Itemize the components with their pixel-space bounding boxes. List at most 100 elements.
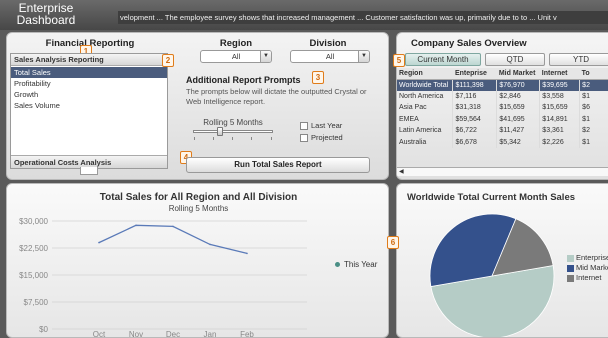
list-item-total-sales[interactable]: Total Sales xyxy=(11,67,167,78)
table-cell: $6 xyxy=(579,102,608,114)
table-cell: $3,558 xyxy=(539,90,581,102)
table-cell: Worldwide Total xyxy=(397,79,454,91)
tab-ytd[interactable]: YTD xyxy=(549,53,608,66)
table-cell: $6,678 xyxy=(452,136,498,148)
pie-chart-panel: Worldwide Total Current Month Sales Ente… xyxy=(396,183,608,338)
table-cell: $14,891 xyxy=(539,113,581,125)
tab-current-month[interactable]: Current Month xyxy=(405,53,481,66)
table-cell: $6,722 xyxy=(452,125,498,137)
table-cell: $15,659 xyxy=(539,102,581,114)
series-line-this-year xyxy=(98,224,248,255)
y-tick-label: $22,500 xyxy=(19,244,48,253)
list-item-sales-volume[interactable]: Sales Volume xyxy=(11,100,167,111)
table-cell: $11,427 xyxy=(496,125,541,137)
legend-label: This Year xyxy=(344,260,378,269)
table-header-row: Region Enteprise Mid Market Internet To xyxy=(397,68,608,80)
region-dropdown[interactable]: All ▼ xyxy=(200,50,272,63)
table-cell: EMEA xyxy=(397,113,454,125)
table-cell: $2 xyxy=(579,79,608,91)
table-cell: $5,342 xyxy=(496,136,541,148)
list-group-title[interactable]: Sales Analysis Reporting xyxy=(11,54,167,66)
table-cell: $2,846 xyxy=(496,90,541,102)
table-cell: $2 xyxy=(579,125,608,137)
table-cell: $7,116 xyxy=(452,90,498,102)
last-year-checkbox[interactable] xyxy=(300,122,308,130)
region-header: Region xyxy=(219,38,253,49)
sales-overview-panel: Company Sales Overview Current Month QTD… xyxy=(396,32,608,180)
column-header[interactable]: Mid Market xyxy=(496,68,540,80)
table-cell: North America xyxy=(397,90,454,102)
report-list[interactable]: Sales Analysis Reporting Total Sales Pro… xyxy=(10,53,168,169)
callout-badge-3: 3 xyxy=(312,71,324,84)
slider-tick xyxy=(232,137,233,140)
x-tick-label: Jan xyxy=(204,330,217,338)
table-cell: $76,970 xyxy=(496,79,541,91)
table-cell: Latin America xyxy=(397,125,454,137)
table-cell: $59,564 xyxy=(452,113,498,125)
chevron-down-icon[interactable]: ▼ xyxy=(358,51,369,62)
column-header[interactable]: Region xyxy=(397,68,453,80)
list-resize-tab[interactable] xyxy=(80,167,98,175)
projected-checkbox[interactable] xyxy=(300,134,308,142)
list-item-profitability[interactable]: Profitability xyxy=(11,78,167,89)
table-cell: $1 xyxy=(579,136,608,148)
data-point[interactable] xyxy=(172,225,174,228)
legend-swatch-mid-market xyxy=(567,265,574,272)
chevron-down-icon[interactable]: ▼ xyxy=(260,51,271,62)
data-point[interactable] xyxy=(209,243,211,246)
x-tick-label: Dec xyxy=(166,330,180,338)
horizontal-scrollbar[interactable]: ◀ xyxy=(397,167,608,176)
data-point[interactable] xyxy=(98,241,100,244)
data-point[interactable] xyxy=(246,252,248,255)
slider-label: Rolling 5 Months xyxy=(203,118,263,127)
legend-label-mid-market: Mid Market xyxy=(576,263,608,272)
column-header[interactable]: Internet xyxy=(539,68,580,80)
y-tick-label: $7,500 xyxy=(24,298,49,307)
table-row[interactable]: EMEA $59,564 $41,695 $14,891 $1 xyxy=(397,113,608,125)
slider-tick xyxy=(194,137,195,140)
months-slider-thumb[interactable] xyxy=(217,127,223,136)
slider-tick xyxy=(271,137,272,140)
legend-swatch-enterprise xyxy=(567,255,574,262)
y-tick-label: $15,000 xyxy=(19,271,48,280)
region-dropdown-value: All xyxy=(231,52,241,61)
table-row[interactable]: Worldwide Total $111,398 $76,970 $39,695… xyxy=(397,79,608,91)
column-header[interactable]: Enteprise xyxy=(452,68,497,80)
table-row[interactable]: Latin America $6,722 $11,427 $3,361 $2 xyxy=(397,125,608,137)
division-header: Division xyxy=(309,38,347,49)
table-cell: $3,361 xyxy=(539,125,581,137)
x-tick-label: Feb xyxy=(240,330,254,338)
callout-badge-2: 2 xyxy=(162,54,174,67)
division-dropdown-value: All xyxy=(325,52,335,61)
legend-marker xyxy=(335,262,340,267)
news-ticker: velopment ... The employee survey shows … xyxy=(118,11,608,24)
table-row[interactable]: Asia Pac $31,318 $15,659 $15,659 $6 xyxy=(397,102,608,114)
data-point[interactable] xyxy=(135,224,137,227)
column-header[interactable]: To xyxy=(579,68,608,80)
x-tick-label: Nov xyxy=(129,330,143,338)
y-tick-label: $30,000 xyxy=(19,217,48,226)
table-row[interactable]: North America $7,116 $2,846 $3,558 $1 xyxy=(397,90,608,102)
prompts-title: Additional Report Prompts xyxy=(186,75,301,85)
table-row[interactable]: Australia $6,678 $5,342 $2,226 $1 xyxy=(397,136,608,148)
table-cell: $1 xyxy=(579,113,608,125)
x-tick-label: Oct xyxy=(93,330,106,338)
tab-qtd[interactable]: QTD xyxy=(485,53,545,66)
scroll-left-icon[interactable]: ◀ xyxy=(399,168,404,177)
projected-label: Projected xyxy=(311,133,343,142)
legend-label-enterprise: Enterprise xyxy=(576,253,608,262)
months-slider-track[interactable] xyxy=(193,130,273,133)
line-chart: $30,000 $22,500 $15,000 $7,500 $0 Oct Nov Dec Ja… xyxy=(19,217,307,338)
list-item-growth[interactable]: Growth xyxy=(11,89,167,100)
table-cell: $2,226 xyxy=(539,136,581,148)
sales-table: Region Enteprise Mid Market Internet To … xyxy=(397,68,608,148)
last-year-label: Last Year xyxy=(311,121,343,130)
table-cell: $41,695 xyxy=(496,113,541,125)
table-cell: $15,659 xyxy=(496,102,541,114)
division-dropdown[interactable]: All ▼ xyxy=(290,50,370,63)
run-report-button[interactable]: Run Total Sales Report xyxy=(186,157,370,173)
table-cell: Asia Pac xyxy=(397,102,454,114)
line-chart-panel: Total Sales for All Region and All Divis… xyxy=(6,183,389,338)
slider-tick xyxy=(251,137,252,140)
app-title-line2: Dashboard xyxy=(16,13,76,27)
